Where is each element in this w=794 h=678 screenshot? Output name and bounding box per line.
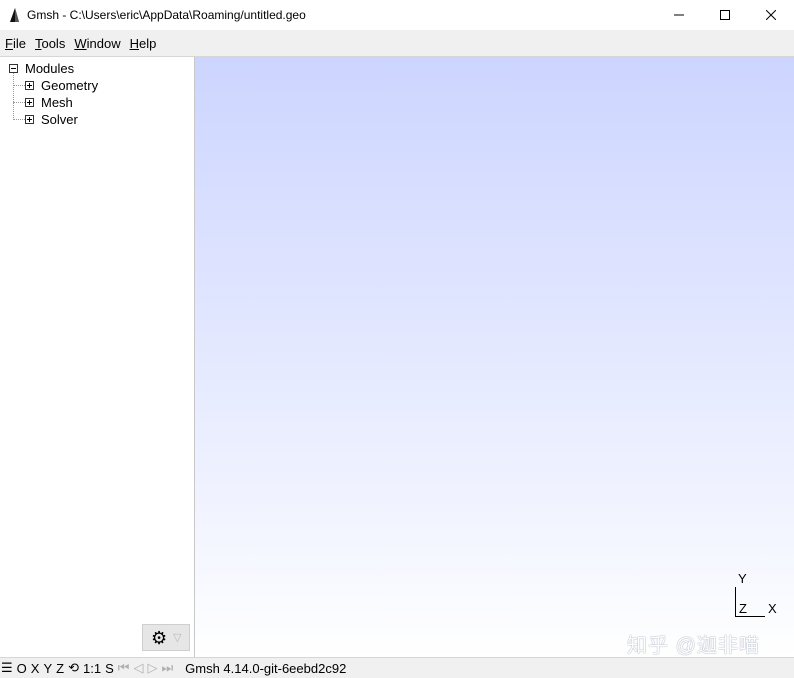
play-icon[interactable]: ▷	[147, 660, 157, 676]
menu-file-label: ile	[12, 35, 26, 51]
menu-window-mnemonic: W	[74, 35, 87, 51]
view-z-button[interactable]: Z	[56, 661, 64, 676]
menu-file[interactable]: File	[5, 36, 26, 51]
menu-window[interactable]: Window	[74, 36, 120, 51]
menu-help-mnemonic: H	[129, 35, 139, 51]
watermark: 知乎 @迦非喵	[627, 635, 760, 657]
window-title: Gmsh - C:\Users\eric\AppData\Roaming/unt…	[27, 8, 306, 22]
maximize-button[interactable]	[702, 0, 748, 30]
menu-help[interactable]: Help	[130, 36, 157, 51]
view-x-button[interactable]: X	[31, 661, 40, 676]
hamburger-icon[interactable]: ☰	[1, 660, 13, 676]
view-origin-button[interactable]: O	[17, 661, 27, 676]
tree-item-label: Modules	[25, 61, 75, 76]
scale-1to1-button[interactable]: 1:1	[83, 661, 101, 676]
tree-item-label: Mesh	[41, 95, 73, 110]
first-step-icon[interactable]: ⏮	[118, 660, 130, 676]
tree-connector	[13, 102, 25, 103]
tree-connector	[13, 85, 25, 86]
axis-x-line	[735, 616, 765, 617]
menu-window-label: indow	[86, 35, 121, 51]
status-bar: ☰ O X Y Z ⟲ 1:1 S ⏮ ◁ ▷ ⏭ Gmsh 4.14.0-gi…	[0, 657, 794, 678]
tree-item-solver[interactable]: Solver	[25, 111, 78, 128]
axis-y-line	[735, 587, 736, 617]
graphics-viewport[interactable]: Y Z X 知乎 @迦非喵	[195, 57, 794, 657]
tree-item-mesh[interactable]: Mesh	[25, 94, 73, 111]
menu-tools[interactable]: Tools	[35, 36, 65, 51]
next-step-icon[interactable]: ⏭	[161, 660, 173, 676]
expand-icon[interactable]	[25, 98, 34, 107]
minimize-button[interactable]	[656, 0, 702, 30]
options-gear-button[interactable]: ⚙ ▽	[142, 624, 190, 651]
close-icon	[766, 10, 776, 20]
expand-icon[interactable]	[25, 115, 34, 124]
menu-help-label: elp	[138, 35, 157, 51]
axis-x-label: X	[768, 601, 777, 616]
dropdown-triangle-icon[interactable]: ▽	[173, 631, 181, 644]
tree-item-modules[interactable]: Modules	[9, 60, 74, 77]
module-tree-panel: Modules Geometry Mesh Solver	[0, 57, 195, 657]
tree-item-label: Geometry	[41, 78, 99, 93]
view-y-button[interactable]: Y	[43, 661, 52, 676]
menu-tools-label: ools	[41, 35, 66, 51]
previous-step-icon[interactable]: ◁	[133, 660, 143, 676]
maximize-icon	[720, 10, 730, 20]
tree-item-label: Solver	[41, 112, 78, 127]
collapse-icon[interactable]	[9, 64, 18, 73]
gear-icon: ⚙	[151, 627, 168, 648]
snapshot-button[interactable]: S	[105, 661, 114, 676]
minimize-icon	[674, 14, 684, 16]
gmsh-icon	[10, 8, 19, 22]
axis-y-label: Y	[738, 571, 747, 586]
close-button[interactable]	[748, 0, 794, 30]
rotate-icon[interactable]: ⟲	[68, 660, 79, 676]
menu-file-mnemonic: F	[5, 35, 13, 51]
tree-item-geometry[interactable]: Geometry	[25, 77, 98, 94]
window-controls	[656, 0, 794, 30]
axis-z-label: Z	[739, 601, 747, 616]
status-message: Gmsh 4.14.0-git-6eebd2c92	[185, 660, 347, 676]
expand-icon[interactable]	[25, 81, 34, 90]
title-bar: Gmsh - C:\Users\eric\AppData\Roaming/unt…	[0, 0, 794, 30]
tree-connector	[13, 119, 25, 120]
menu-bar: File Tools Window Help	[0, 30, 794, 57]
